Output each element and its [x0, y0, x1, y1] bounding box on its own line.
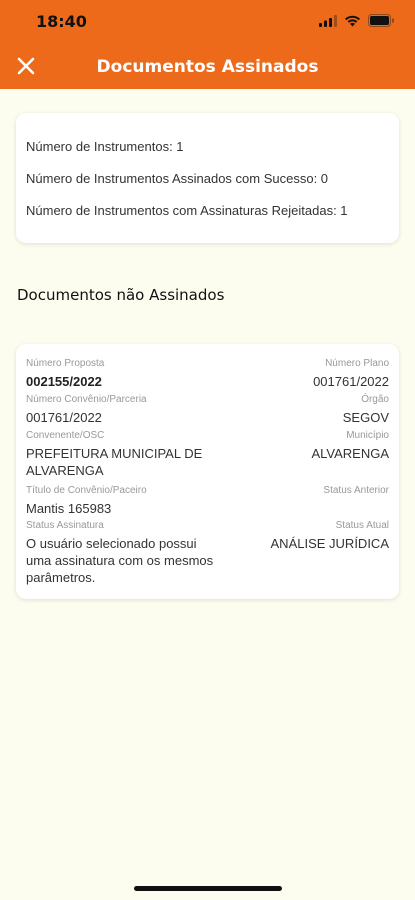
- convenente-value-line1: PREFEITURA MUNICIPAL DE: [26, 446, 203, 461]
- status-atual-label: Status Atual: [335, 520, 389, 531]
- convenente-label: Convenente/OSC: [26, 430, 105, 441]
- rejected-instruments-text: Número de Instrumentos com Assinaturas R…: [26, 203, 348, 218]
- document-card[interactable]: Número Proposta 002155/2022 Número Plano…: [16, 344, 399, 599]
- section-title: Documentos não Assinados: [17, 286, 225, 304]
- status-assinatura-label: Status Assinatura: [26, 520, 104, 531]
- municipio-value: ALVARENGA: [311, 446, 389, 461]
- home-indicator[interactable]: [134, 886, 282, 891]
- status-assinatura-line2: uma assinatura com os mesmos: [26, 553, 214, 568]
- numero-proposta-label: Número Proposta: [26, 358, 105, 369]
- municipio-label: Município: [346, 430, 389, 441]
- status-anterior-label: Status Anterior: [323, 485, 389, 496]
- numero-plano-label: Número Plano: [325, 358, 389, 369]
- orgao-label: Órgão: [361, 394, 389, 405]
- orgao-value: SEGOV: [342, 410, 389, 425]
- summary-card: Número de Instrumentos: 1 Número de Inst…: [16, 113, 399, 243]
- numero-proposta-value: 002155/2022: [26, 374, 102, 389]
- status-icons: [319, 14, 395, 27]
- status-bar: 18:40: [0, 0, 415, 44]
- numero-convenio-label: Número Convênio/Parceria: [26, 394, 147, 405]
- numero-plano-value: 001761/2022: [313, 374, 389, 389]
- signal-icon: [319, 14, 337, 27]
- signed-instruments-text: Número de Instrumentos Assinados com Suc…: [26, 171, 329, 186]
- total-instruments-text: Número de Instrumentos: 1: [26, 139, 184, 154]
- wifi-icon: [345, 15, 360, 26]
- status-atual-value: ANÁLISE JURÍDICA: [270, 536, 389, 551]
- titulo-value: Mantis 165983: [26, 501, 112, 516]
- navigation-bar: Documentos Assinados: [0, 44, 415, 89]
- titulo-label: Título de Convênio/Paceiro: [26, 485, 147, 496]
- convenente-value-line2: ALVARENGA: [26, 463, 104, 478]
- status-time: 18:40: [36, 12, 87, 31]
- battery-icon: [368, 14, 394, 27]
- status-assinatura-line1: O usuário selecionado possui: [26, 536, 197, 551]
- numero-convenio-value: 001761/2022: [26, 410, 102, 425]
- status-assinatura-line3: parâmetros.: [26, 570, 96, 585]
- page-title: Documentos Assinados: [96, 57, 319, 77]
